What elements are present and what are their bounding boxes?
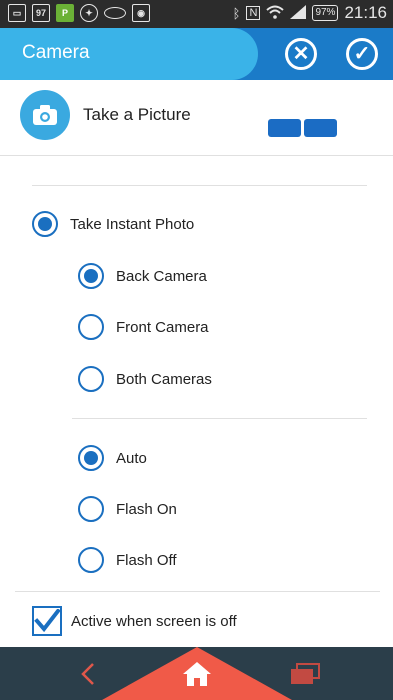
option-label: Active when screen is off: [71, 612, 237, 630]
camera-icon: ◉: [132, 4, 150, 22]
camera-option-front[interactable]: Front Camera: [78, 314, 209, 340]
wifi-icon: [266, 5, 285, 22]
divider: [32, 185, 367, 186]
option-label: Front Camera: [116, 318, 209, 336]
signal-icon: [290, 4, 307, 22]
oval-icon: [104, 7, 126, 19]
radio-button[interactable]: [78, 496, 104, 522]
camera-option-both[interactable]: Both Cameras: [78, 366, 212, 392]
home-icon[interactable]: [182, 661, 212, 687]
divider: [72, 418, 367, 419]
option-label: Flash On: [116, 500, 177, 518]
calendar-icon: 97: [32, 4, 50, 22]
app-icon: P: [56, 4, 74, 22]
bluetooth-icon: ᛒ: [232, 5, 241, 21]
battery-indicator: 97%: [312, 5, 339, 21]
radio-button[interactable]: [78, 314, 104, 340]
flash-option-on[interactable]: Flash On: [78, 496, 177, 522]
option-label: Flash Off: [116, 551, 177, 569]
toggle-segment[interactable]: [268, 119, 301, 137]
accessibility-icon: ✦: [80, 4, 98, 22]
bottom-nav-bar: [0, 647, 393, 700]
radio-button[interactable]: [78, 263, 104, 289]
flash-option-off[interactable]: Flash Off: [78, 547, 177, 573]
notification-icons: ▭ 97 P ✦ ◉: [8, 4, 150, 22]
confirm-button[interactable]: ✓: [346, 38, 378, 70]
nfc-icon: N: [246, 6, 261, 20]
image-icon: ▭: [8, 4, 26, 22]
option-label: Auto: [116, 449, 147, 467]
radio-button[interactable]: [78, 366, 104, 392]
radio-button[interactable]: [32, 211, 58, 237]
back-icon[interactable]: [78, 662, 98, 686]
close-circle-icon: ✕: [292, 43, 310, 65]
cancel-button[interactable]: ✕: [285, 38, 317, 70]
check-circle-icon: ✓: [353, 43, 371, 65]
divider: [15, 591, 380, 592]
option-label: Both Cameras: [116, 370, 212, 388]
screen-off-checkbox[interactable]: [32, 606, 62, 636]
status-bar: ▭ 97 P ✦ ◉ ᛒ N 97% 21:16: [0, 0, 393, 28]
recent-apps-icon[interactable]: [290, 663, 320, 685]
camera-icon: [20, 90, 70, 140]
option-label: Take Instant Photo: [70, 215, 195, 233]
flash-option-auto[interactable]: Auto: [78, 445, 147, 471]
screen-off-option[interactable]: Active when screen is off: [32, 606, 237, 636]
checkmark-icon: [34, 609, 60, 633]
header-divider: [0, 155, 393, 156]
radio-button[interactable]: [78, 445, 104, 471]
camera-option-back[interactable]: Back Camera: [78, 263, 207, 289]
action-title: Take a Picture: [83, 105, 191, 124]
app-bar: Camera ✕ ✓: [0, 28, 393, 80]
toggle-segment[interactable]: [304, 119, 337, 137]
radio-button[interactable]: [78, 547, 104, 573]
clock: 21:16: [344, 3, 387, 22]
mode-option-instant-photo[interactable]: Take Instant Photo: [32, 211, 194, 237]
option-label: Back Camera: [116, 267, 207, 285]
page-title: Camera: [22, 42, 90, 63]
